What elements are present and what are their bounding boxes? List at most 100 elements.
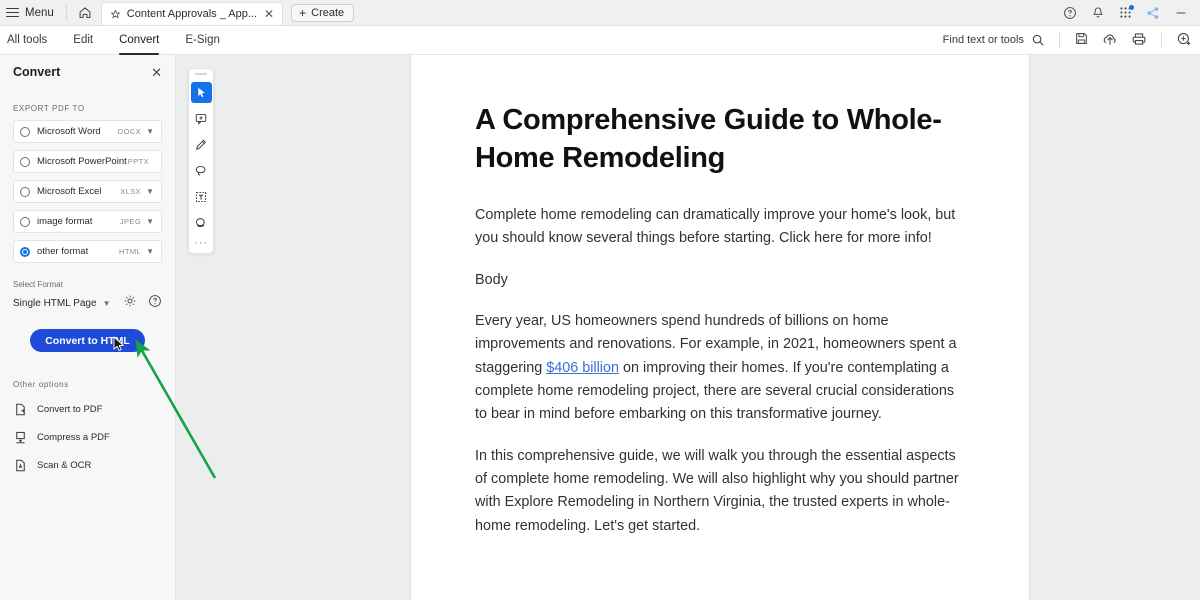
export-pdf-to-label: Export PDF to xyxy=(13,104,85,113)
notification-badge xyxy=(1129,5,1134,10)
chevron-down-icon[interactable]: ▼ xyxy=(146,217,154,226)
apps-grid-icon[interactable] xyxy=(1119,5,1134,19)
minimize-button[interactable] xyxy=(1174,6,1188,20)
bell-icon[interactable] xyxy=(1091,6,1105,20)
format-extension: JPEG xyxy=(119,217,142,226)
panel-close-icon[interactable]: ✕ xyxy=(151,66,162,79)
radio-icon[interactable] xyxy=(20,246,30,257)
format-extension: DOCX xyxy=(117,127,142,136)
convert-to-pdf-icon xyxy=(16,403,25,416)
scan-ocr-icon xyxy=(16,459,25,472)
lasso-select-icon[interactable] xyxy=(191,160,212,181)
format-label: Microsoft Word xyxy=(37,126,101,137)
format-settings-group xyxy=(123,294,162,313)
app-window: Menu Content Approvals _ App... ✕ + Crea… xyxy=(0,0,1200,600)
find-text-or-tools[interactable]: Find text or tools xyxy=(943,33,1045,47)
select-cursor-icon[interactable] xyxy=(190,82,212,103)
document-tab[interactable]: Content Approvals _ App... ✕ xyxy=(100,2,284,25)
tool-tabs: All tools Edit Convert E-Sign xyxy=(0,26,233,55)
format-extension: XLSX xyxy=(120,187,142,196)
create-button[interactable]: + Create xyxy=(291,3,355,22)
toolbar-drag-handle[interactable] xyxy=(195,73,207,75)
chevron-down-icon[interactable]: ▼ xyxy=(146,187,154,196)
format-extension: PPTX xyxy=(127,157,149,166)
option-compress-a-pdf[interactable]: Compress a PDF xyxy=(13,430,162,445)
select-format-row: Single HTML Page ▼ xyxy=(13,294,162,313)
more-horizontal-icon[interactable]: ··· xyxy=(194,238,208,250)
format-extension: HTML xyxy=(119,247,142,256)
gear-icon[interactable] xyxy=(123,294,137,313)
format-option-other[interactable]: other format HTML ▼ xyxy=(13,240,162,263)
format-label: image format xyxy=(37,216,93,227)
document-paragraph: Complete home remodeling can dramaticall… xyxy=(475,206,956,247)
tab-convert[interactable]: Convert xyxy=(106,26,172,55)
home-button[interactable] xyxy=(69,0,101,25)
format-option-image[interactable]: image format JPEG ▼ xyxy=(13,210,162,233)
document-area: A Comprehensive Guide to Whole-Home Remo… xyxy=(176,55,1200,600)
select-format-label: Select Format xyxy=(13,280,63,289)
format-label: Microsoft PowerPoint xyxy=(37,156,127,167)
star-icon xyxy=(110,9,120,18)
tab-close-icon[interactable]: ✕ xyxy=(263,8,275,20)
document-paragraph: In this comprehensive guide, we will wal… xyxy=(475,447,959,534)
option-label: Convert to PDF xyxy=(37,404,103,415)
chevron-down-icon[interactable]: ▼ xyxy=(146,247,154,256)
chevron-down-icon: ▼ xyxy=(102,298,111,308)
save-icon[interactable] xyxy=(1074,31,1089,49)
tab-e-sign[interactable]: E-Sign xyxy=(172,26,233,55)
highlight-pen-icon[interactable] xyxy=(191,134,212,155)
convert-to-html-button[interactable]: Convert to HTML xyxy=(30,329,145,352)
tab-edit[interactable]: Edit xyxy=(60,26,106,55)
document-paragraph-with-link: Every year, US homeowners spend hundreds… xyxy=(475,310,965,427)
tools-bar-actions: Find text or tools xyxy=(943,31,1200,50)
divider xyxy=(65,5,67,20)
add-comment-icon[interactable] xyxy=(191,108,212,129)
divider xyxy=(1059,32,1060,48)
format-option-powerpoint[interactable]: Microsoft PowerPoint PPTX xyxy=(13,150,162,173)
other-options-label: Other options xyxy=(13,380,69,389)
title-bar: Menu Content Approvals _ App... ✕ + Crea… xyxy=(0,0,1200,26)
radio-icon[interactable] xyxy=(20,186,30,197)
document-title: A Comprehensive Guide to Whole-Home Remo… xyxy=(475,104,942,174)
annotation-toolbar: ··· xyxy=(188,68,214,254)
format-option-word[interactable]: Microsoft Word DOCX ▼ xyxy=(13,120,162,143)
radio-icon[interactable] xyxy=(20,216,30,227)
option-convert-to-pdf[interactable]: Convert to PDF xyxy=(13,402,162,417)
radio-icon[interactable] xyxy=(20,126,30,137)
home-icon xyxy=(79,6,91,18)
chevron-down-icon[interactable]: ▼ xyxy=(146,127,154,136)
create-label: Create xyxy=(311,6,345,19)
pdf-page: A Comprehensive Guide to Whole-Home Remo… xyxy=(410,55,1030,600)
divider xyxy=(1161,32,1162,48)
format-label: other format xyxy=(37,246,89,257)
find-label: Find text or tools xyxy=(942,34,1024,46)
help-circle-icon[interactable] xyxy=(148,294,162,313)
compress-pdf-icon xyxy=(16,431,25,444)
stamp-icon[interactable] xyxy=(191,212,212,233)
search-icon xyxy=(1032,34,1044,46)
format-option-excel[interactable]: Microsoft Excel XLSX ▼ xyxy=(13,180,162,203)
tab-all-tools[interactable]: All tools xyxy=(0,26,60,55)
menu-button[interactable]: Menu xyxy=(0,0,64,25)
menu-label: Menu xyxy=(25,6,54,19)
add-stamp-icon[interactable] xyxy=(1176,31,1192,50)
format-label: Microsoft Excel xyxy=(37,186,102,197)
document-link[interactable]: $406 billion xyxy=(546,360,619,376)
document-body-heading: Body xyxy=(475,271,508,288)
option-label: Compress a PDF xyxy=(37,432,110,443)
tab-label: Content Approvals _ App... xyxy=(126,8,258,20)
tools-bar: All tools Edit Convert E-Sign Find text … xyxy=(0,26,1200,55)
convert-panel: Convert ✕ Export PDF to Microsoft Word D… xyxy=(0,55,176,600)
radio-icon[interactable] xyxy=(20,156,30,167)
panel-title: Convert xyxy=(13,65,61,79)
select-format-value: Single HTML Page xyxy=(13,298,97,309)
print-icon[interactable] xyxy=(1131,31,1147,50)
select-format-dropdown[interactable]: Single HTML Page ▼ xyxy=(13,298,110,309)
share-icon[interactable] xyxy=(1146,6,1160,20)
title-bar-actions xyxy=(1063,0,1200,25)
upload-cloud-icon[interactable] xyxy=(1102,31,1118,50)
text-box-icon[interactable] xyxy=(191,186,212,207)
panel-header: Convert ✕ xyxy=(13,65,162,79)
option-scan-and-ocr[interactable]: Scan & OCR xyxy=(13,458,162,473)
help-circle-icon[interactable] xyxy=(1063,6,1077,20)
